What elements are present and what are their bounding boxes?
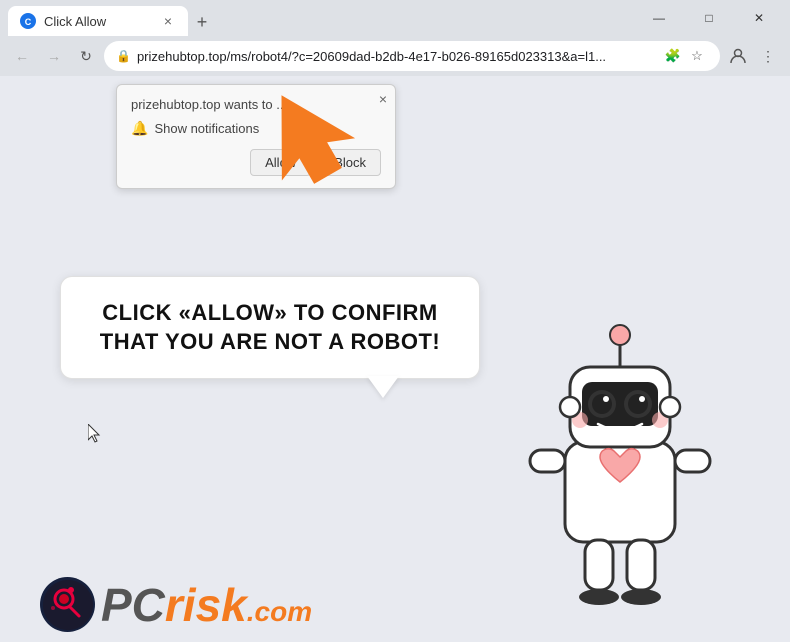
refresh-button[interactable]: ↻ xyxy=(72,42,100,70)
speech-bubble: CLICK «ALLOW» TO CONFIRM THAT YOU ARE NO… xyxy=(60,276,480,379)
extensions-button[interactable]: 🧩 xyxy=(662,45,684,67)
lock-icon: 🔒 xyxy=(116,49,131,63)
pc-text: PC xyxy=(101,582,165,628)
domain-text: .com xyxy=(247,598,312,626)
address-actions: 🧩 ☆ xyxy=(662,45,708,67)
new-tab-button[interactable]: + xyxy=(188,8,216,36)
address-bar[interactable]: 🔒 prizehubtop.top/ms/robot4/?c=20609dad-… xyxy=(104,41,720,71)
maximize-button[interactable]: □ xyxy=(686,4,732,32)
speech-bubble-text: CLICK «ALLOW» TO CONFIRM THAT YOU ARE NO… xyxy=(89,299,451,356)
pcrisk-icon xyxy=(40,577,95,632)
window-controls: — □ ✕ xyxy=(636,4,782,32)
notif-close-btn[interactable]: × xyxy=(379,91,387,107)
svg-text:C: C xyxy=(25,17,32,27)
tab-title: Click Allow xyxy=(44,14,106,29)
page-content: × prizehubtop.top wants to ... 🔔 Show no… xyxy=(0,76,790,642)
browser-window: C Click Allow × + — □ ✕ ← → ↻ 🔒 prizehub… xyxy=(0,0,790,642)
tab-area: C Click Allow × + xyxy=(8,0,632,36)
orange-arrow xyxy=(260,86,350,191)
tab-close-btn[interactable]: × xyxy=(160,13,176,29)
robot-character xyxy=(510,302,730,622)
back-button[interactable]: ← xyxy=(8,42,36,70)
address-text: prizehubtop.top/ms/robot4/?c=20609dad-b2… xyxy=(137,49,656,64)
tab-favicon: C xyxy=(20,13,36,29)
mouse-cursor xyxy=(88,424,100,442)
minimize-button[interactable]: — xyxy=(636,4,682,32)
title-bar: C Click Allow × + — □ ✕ xyxy=(0,0,790,36)
risk-text: risk xyxy=(165,582,247,628)
bookmark-button[interactable]: ☆ xyxy=(686,45,708,67)
pcrisk-logo: PCrisk.com xyxy=(40,577,312,632)
right-nav-buttons: ⋮ xyxy=(724,42,782,70)
nav-bar: ← → ↻ 🔒 prizehubtop.top/ms/robot4/?c=206… xyxy=(0,36,790,76)
bell-icon: 🔔 xyxy=(131,120,148,137)
close-button[interactable]: ✕ xyxy=(736,4,782,32)
pcrisk-text-block: PCrisk.com xyxy=(101,582,312,628)
active-tab[interactable]: C Click Allow × xyxy=(8,6,188,36)
profile-button[interactable] xyxy=(724,42,752,70)
menu-button[interactable]: ⋮ xyxy=(754,42,782,70)
notif-show-text: Show notifications xyxy=(154,121,259,136)
forward-button[interactable]: → xyxy=(40,42,68,70)
